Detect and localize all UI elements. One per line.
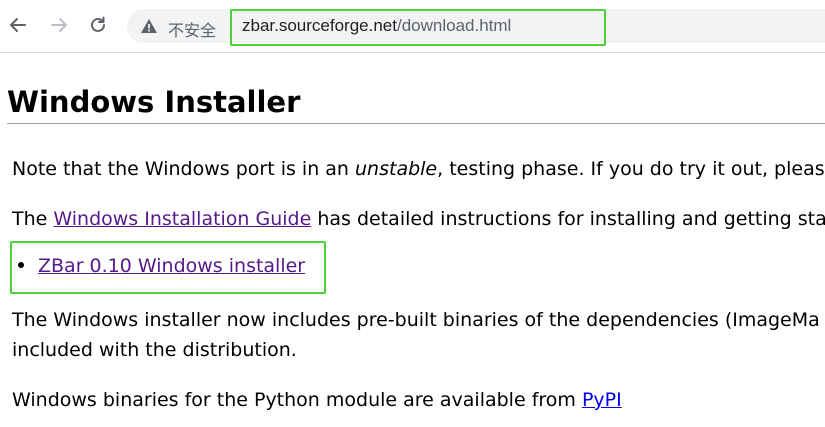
pypi-link[interactable]: PyPI bbox=[582, 389, 622, 411]
page-content: Windows Installer Note that the Windows … bbox=[0, 52, 825, 427]
reload-button[interactable] bbox=[85, 12, 111, 38]
back-arrow-icon bbox=[10, 18, 26, 32]
url-highlight-box bbox=[230, 9, 606, 46]
python-binaries-paragraph: Windows binaries for the Python module a… bbox=[12, 389, 622, 411]
installer-highlight-box bbox=[10, 241, 326, 294]
forward-button[interactable] bbox=[46, 12, 72, 38]
reload-icon bbox=[91, 16, 105, 32]
unstable-emphasis: unstable bbox=[355, 158, 438, 180]
browser-toolbar: 不安全 zbar.sourceforge.net/download.html bbox=[0, 0, 825, 53]
forward-arrow-icon bbox=[51, 18, 67, 32]
back-button[interactable] bbox=[5, 12, 31, 38]
install-guide-paragraph: The Windows Installation Guide has detai… bbox=[12, 208, 825, 230]
security-status-label[interactable]: 不安全 bbox=[168, 17, 216, 41]
warning-triangle-icon[interactable] bbox=[140, 17, 158, 35]
page-title: Windows Installer bbox=[7, 85, 301, 119]
dependencies-paragraph-line2: included with the distribution. bbox=[12, 339, 297, 361]
dependencies-paragraph-line1: The Windows installer now includes pre-b… bbox=[12, 309, 820, 331]
unstable-note-paragraph: Note that the Windows port is in an unst… bbox=[12, 158, 825, 180]
title-divider bbox=[7, 123, 825, 124]
windows-installation-guide-link[interactable]: Windows Installation Guide bbox=[53, 208, 311, 230]
